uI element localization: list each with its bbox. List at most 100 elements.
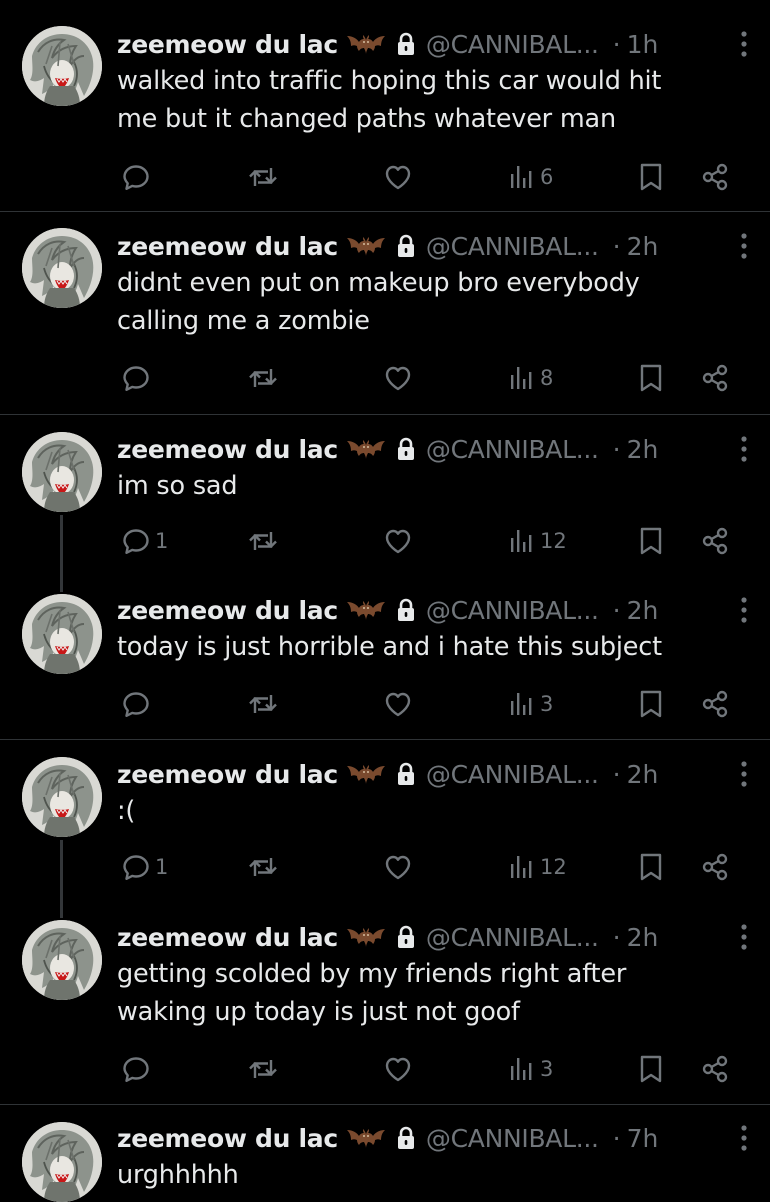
share-button[interactable] — [700, 358, 730, 398]
more-vertical-icon[interactable] — [740, 435, 748, 463]
bookmark-button[interactable] — [638, 521, 664, 561]
bat-icon — [346, 31, 386, 57]
avatar[interactable] — [22, 26, 102, 106]
timestamp[interactable]: 2h — [627, 596, 659, 625]
views-button[interactable]: 6 — [508, 157, 553, 197]
like-button[interactable] — [383, 684, 413, 724]
tweet-text: urghhhhh — [117, 1156, 737, 1194]
like-button[interactable] — [383, 847, 413, 887]
display-name[interactable]: zeemeow du lac — [117, 923, 338, 952]
more-vertical-icon[interactable] — [740, 596, 748, 624]
view-count: 12 — [540, 855, 567, 879]
action-bar: 3 — [0, 684, 770, 724]
views-button[interactable]: 3 — [508, 1049, 553, 1089]
retweet-button[interactable] — [246, 157, 280, 197]
avatar[interactable] — [22, 594, 102, 674]
bookmark-button[interactable] — [638, 358, 664, 398]
user-handle[interactable]: @CANNIBAL... — [426, 1124, 599, 1153]
share-button[interactable] — [700, 684, 730, 724]
display-name[interactable]: zeemeow du lac — [117, 30, 338, 59]
tweet[interactable]: zeemeow du lac @CANNIBAL... · 7h urghhhhh — [0, 1105, 770, 1202]
lock-icon — [396, 234, 416, 258]
share-icon — [700, 689, 730, 719]
like-button[interactable] — [383, 157, 413, 197]
views-button[interactable]: 12 — [508, 521, 567, 561]
avatar[interactable] — [22, 432, 102, 512]
timestamp[interactable]: 7h — [627, 1124, 659, 1153]
timestamp[interactable]: 2h — [627, 232, 659, 261]
share-button[interactable] — [700, 1049, 730, 1089]
tweet-text-line: im so sad — [117, 471, 238, 501]
retweet-icon — [246, 526, 280, 556]
bookmark-button[interactable] — [638, 1049, 664, 1089]
reply-button[interactable]: 1 — [121, 521, 168, 561]
retweet-button[interactable] — [246, 521, 280, 561]
views-button[interactable]: 8 — [508, 358, 553, 398]
share-button[interactable] — [700, 521, 730, 561]
bat-icon — [346, 233, 386, 259]
display-name[interactable]: zeemeow du lac — [117, 232, 338, 261]
more-vertical-icon[interactable] — [740, 232, 748, 260]
like-button[interactable] — [383, 1049, 413, 1089]
display-name[interactable]: zeemeow du lac — [117, 435, 338, 464]
tweet[interactable]: zeemeow du lac @CANNIBAL... · 2h:(1 12 — [0, 740, 770, 918]
views-button[interactable]: 3 — [508, 684, 553, 724]
share-icon — [700, 1054, 730, 1084]
reply-button[interactable] — [121, 358, 155, 398]
bookmark-icon — [638, 162, 664, 192]
reply-button[interactable] — [121, 684, 155, 724]
tweet-text: getting scolded by my friends right afte… — [117, 955, 737, 1031]
more-vertical-icon[interactable] — [740, 30, 748, 58]
views-button[interactable]: 12 — [508, 847, 567, 887]
tweet-header: zeemeow du lac @CANNIBAL... · 2h — [117, 431, 748, 467]
user-handle[interactable]: @CANNIBAL... — [426, 596, 599, 625]
display-name[interactable]: zeemeow du lac — [117, 596, 338, 625]
avatar[interactable] — [22, 920, 102, 1000]
user-handle[interactable]: @CANNIBAL... — [426, 923, 599, 952]
action-bar: 1 12 — [0, 847, 770, 887]
timestamp[interactable]: 1h — [627, 30, 659, 59]
share-button[interactable] — [700, 847, 730, 887]
avatar[interactable] — [22, 757, 102, 837]
retweet-button[interactable] — [246, 684, 280, 724]
retweet-button[interactable] — [246, 358, 280, 398]
display-name[interactable]: zeemeow du lac — [117, 760, 338, 789]
share-button[interactable] — [700, 157, 730, 197]
tweet[interactable]: zeemeow du lac @CANNIBAL... · 2h didnt even … — [0, 212, 770, 415]
bookmark-button[interactable] — [638, 157, 664, 197]
tweet[interactable]: zeemeow du lac @CANNIBAL... · 1h walked into… — [0, 0, 770, 212]
like-button[interactable] — [383, 358, 413, 398]
avatar[interactable] — [22, 1122, 102, 1202]
bookmark-button[interactable] — [638, 684, 664, 724]
retweet-button[interactable] — [246, 1049, 280, 1089]
reply-count: 1 — [155, 855, 169, 879]
more-vertical-icon[interactable] — [740, 1124, 748, 1152]
tweet-header: zeemeow du lac @CANNIBAL... · 2h — [117, 592, 748, 628]
like-button[interactable] — [383, 521, 413, 561]
timestamp[interactable]: 2h — [627, 760, 659, 789]
separator-dot: · — [612, 759, 621, 789]
bat-icon — [346, 436, 386, 462]
more-vertical-icon[interactable] — [740, 760, 748, 788]
timestamp[interactable]: 2h — [627, 923, 659, 952]
user-handle[interactable]: @CANNIBAL... — [426, 30, 599, 59]
tweet[interactable]: zeemeow du lac @CANNIBAL... · 2h im so sad 1 1… — [0, 415, 770, 592]
more-vertical-icon[interactable] — [740, 923, 748, 951]
retweet-button[interactable] — [246, 847, 280, 887]
user-handle[interactable]: @CANNIBAL... — [426, 760, 599, 789]
user-handle[interactable]: @CANNIBAL... — [426, 232, 599, 261]
timestamp[interactable]: 2h — [627, 435, 659, 464]
tweet[interactable]: zeemeow du lac @CANNIBAL... · 2h today is ju… — [0, 577, 770, 740]
separator-dot: · — [612, 922, 621, 952]
bookmark-icon — [638, 363, 664, 393]
tweet[interactable]: zeemeow du lac @CANNIBAL... · 2h getting sco… — [0, 904, 770, 1105]
reply-button[interactable] — [121, 1049, 155, 1089]
share-icon — [700, 852, 730, 882]
user-handle[interactable]: @CANNIBAL... — [426, 435, 599, 464]
avatar[interactable] — [22, 228, 102, 308]
reply-button[interactable]: 1 — [121, 847, 168, 887]
bookmark-button[interactable] — [638, 847, 664, 887]
timeline-feed: zeemeow du lac @CANNIBAL... · 1h walked into… — [0, 0, 770, 1202]
display-name[interactable]: zeemeow du lac — [117, 1124, 338, 1153]
reply-button[interactable] — [121, 157, 155, 197]
